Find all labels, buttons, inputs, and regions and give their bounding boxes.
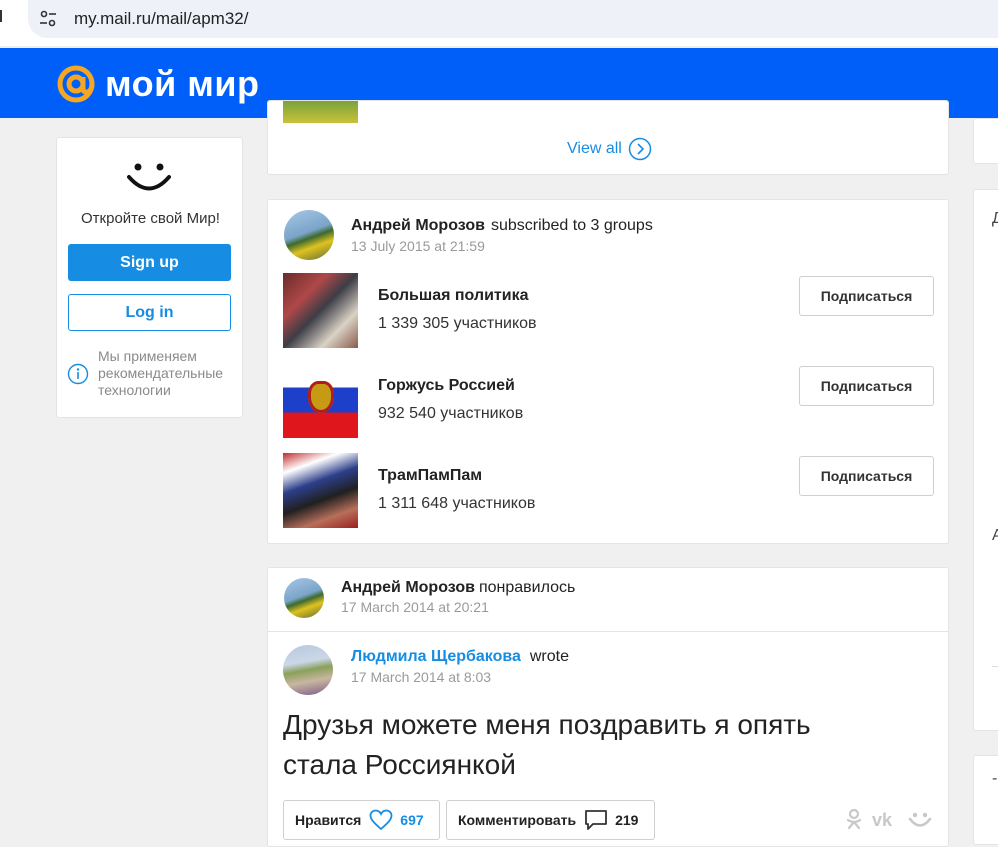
feed-entry-header: Андрей Морозов subscribed to 3 groups bbox=[351, 217, 653, 235]
group-image[interactable] bbox=[283, 273, 358, 348]
coat-of-arms-icon bbox=[308, 381, 334, 413]
timestamp[interactable]: 17 March 2014 at 20:21 bbox=[341, 599, 489, 615]
at-logo-icon bbox=[57, 65, 95, 103]
logo[interactable]: мой мир bbox=[55, 63, 260, 105]
group-members: 932 540 участников bbox=[378, 405, 524, 422]
group-row: Горжусь Россией 932 540 участников Подпи… bbox=[283, 363, 935, 438]
sign-up-button[interactable]: Sign up bbox=[68, 244, 231, 281]
subscribe-button[interactable]: Подписаться bbox=[799, 456, 934, 496]
action-text: wrote bbox=[529, 648, 569, 665]
feed-card-partial: View all bbox=[267, 100, 949, 175]
comment-icon bbox=[585, 810, 608, 830]
action-text: понравилось bbox=[478, 579, 576, 596]
group-members: 1 311 648 участников bbox=[378, 495, 536, 512]
svg-text:vk: vk bbox=[872, 810, 893, 830]
group-row: ТрамПамПам 1 311 648 участников Подписат… bbox=[283, 453, 935, 528]
group-name[interactable]: Горжусь Россией bbox=[378, 377, 515, 395]
author-name[interactable]: Андрей Морозов bbox=[351, 217, 485, 234]
timestamp[interactable]: 17 March 2014 at 8:03 bbox=[351, 669, 491, 685]
vk-icon[interactable]: vk bbox=[872, 808, 900, 830]
view-all-link[interactable]: View all bbox=[567, 137, 652, 161]
welcome-card: Откройте свой Мир! Sign up Log in Мы при… bbox=[56, 137, 243, 418]
group-image[interactable] bbox=[283, 453, 358, 528]
url-text[interactable]: my.mail.ru/mail/apm32/ bbox=[74, 9, 248, 29]
group-name[interactable]: Большая политика bbox=[378, 287, 529, 305]
share-buttons: vk bbox=[844, 808, 932, 830]
divider bbox=[268, 631, 948, 632]
post-text: Друзья можете меня поздравить я опять ст… bbox=[283, 709, 811, 780]
right-card-bottom: - bbox=[973, 755, 998, 845]
log-in-button[interactable]: Log in bbox=[68, 294, 231, 331]
avatar[interactable] bbox=[284, 210, 334, 260]
subscribe-button[interactable]: Подписаться bbox=[799, 366, 934, 406]
comment-count: 219 bbox=[615, 812, 639, 828]
info-icon[interactable] bbox=[67, 363, 89, 385]
right-card-heading: - bbox=[992, 770, 998, 787]
comment-button[interactable]: Комментировать 219 bbox=[446, 800, 655, 840]
like-label: Нравится bbox=[295, 812, 362, 828]
odnoklassniki-icon[interactable] bbox=[844, 808, 864, 830]
browser-address-bar: my.mail.ru/mail/apm32/ bbox=[0, 0, 998, 46]
heart-icon bbox=[369, 809, 393, 831]
welcome-text: Откройте свой Мир! bbox=[81, 210, 220, 227]
avatar[interactable] bbox=[283, 645, 333, 695]
divider bbox=[992, 666, 998, 667]
author-name[interactable]: Людмила Щербакова bbox=[351, 648, 521, 665]
smiley-icon bbox=[127, 163, 171, 191]
recommendation-notice[interactable]: Мы применяем рекомендательные технологии bbox=[98, 348, 238, 399]
like-count: 697 bbox=[400, 812, 424, 828]
site-settings-icon[interactable] bbox=[38, 9, 58, 29]
group-image[interactable] bbox=[283, 363, 358, 438]
group-row: Большая политика 1 339 305 участников По… bbox=[283, 273, 935, 348]
like-button[interactable]: Нравится 697 bbox=[283, 800, 440, 840]
feed-entry-header: Андрей Морозов понравилось bbox=[341, 579, 575, 597]
comment-label: Комментировать bbox=[458, 812, 577, 828]
liked-post-card: Андрей Морозов понравилось 17 March 2014 … bbox=[267, 567, 949, 847]
timestamp[interactable]: 13 July 2015 at 21:59 bbox=[351, 238, 485, 254]
subscribe-button[interactable]: Подписаться bbox=[799, 276, 934, 316]
author-name[interactable]: Андрей Морозов bbox=[341, 579, 475, 596]
group-members: 1 339 305 участников bbox=[378, 315, 537, 332]
right-card-top bbox=[973, 118, 998, 164]
moymir-icon[interactable] bbox=[908, 808, 932, 830]
post-header: Людмила Щербакова wrote bbox=[351, 648, 569, 666]
view-all-label: View all bbox=[567, 140, 622, 157]
group-thumbnail[interactable] bbox=[283, 101, 358, 123]
group-name[interactable]: ТрамПамПам bbox=[378, 467, 482, 485]
avatar[interactable] bbox=[284, 578, 324, 618]
right-card-heading: Д bbox=[992, 210, 998, 227]
chevron-right-circle-icon bbox=[628, 137, 652, 161]
action-text: subscribed to 3 groups bbox=[490, 217, 653, 234]
subscription-feed-card: Андрей Морозов subscribed to 3 groups 13 … bbox=[267, 199, 949, 544]
brand-name: мой мир bbox=[105, 63, 260, 104]
right-card-middle: Д А bbox=[973, 189, 998, 731]
right-card-text: А bbox=[992, 527, 998, 544]
tab-edge bbox=[0, 10, 4, 22]
